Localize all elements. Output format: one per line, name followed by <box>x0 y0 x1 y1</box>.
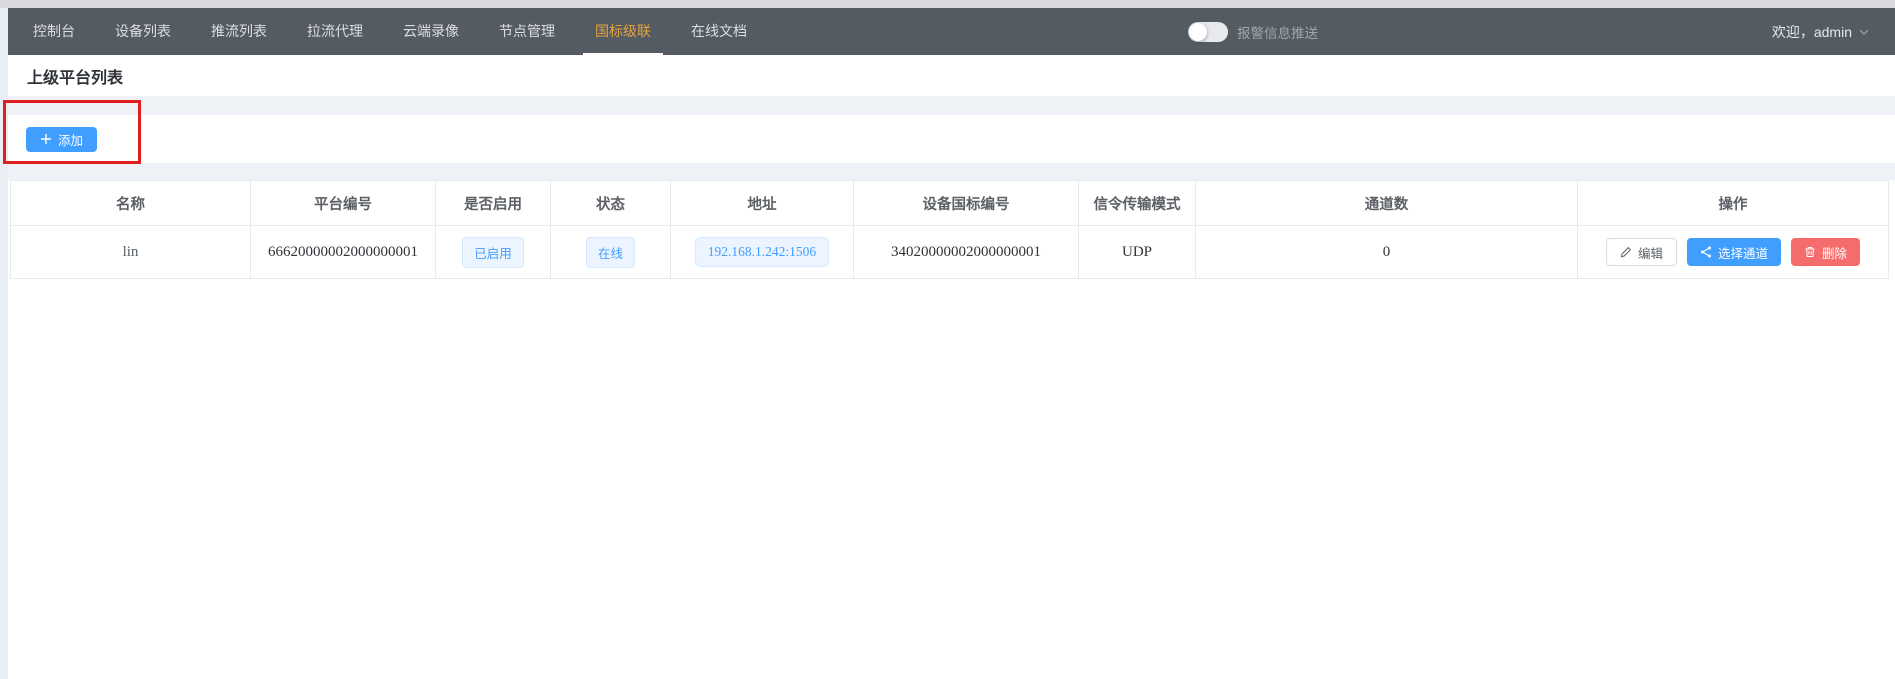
cell-transport: UDP <box>1079 226 1196 279</box>
col-header-enabled: 是否启用 <box>436 181 551 226</box>
edit-button-label: 编辑 <box>1638 243 1663 262</box>
title-bar: 上级平台列表 <box>8 55 1895 96</box>
status-badge: 在线 <box>586 237 635 268</box>
cell-status: 在线 <box>551 226 671 279</box>
plus-icon <box>40 133 52 145</box>
add-button[interactable]: 添加 <box>26 127 97 152</box>
toggle-knob <box>1189 23 1207 41</box>
edit-button[interactable]: 编辑 <box>1606 238 1677 266</box>
cell-platform-id: 66620000002000000001 <box>251 226 436 279</box>
platform-table-panel: 名称 平台编号 是否启用 状态 地址 设备国标编号 信令传输模式 通道数 操作 … <box>8 180 1895 679</box>
nav-tabs: 控制台 设备列表 推流列表 拉流代理 云端录像 节点管理 国标级联 在线文档 <box>13 8 767 55</box>
delete-button-label: 删除 <box>1822 243 1847 262</box>
nav-tab-cloud-record[interactable]: 云端录像 <box>383 8 479 55</box>
col-header-name: 名称 <box>11 181 251 226</box>
alarm-push-label: 报警信息推送 <box>1237 22 1318 42</box>
col-header-transport: 信令传输模式 <box>1079 181 1196 226</box>
cell-address: 192.168.1.242:1506 <box>671 226 854 279</box>
cell-gb-id: 34020000002000000001 <box>854 226 1079 279</box>
nav-tab-device-list[interactable]: 设备列表 <box>95 8 191 55</box>
cell-name: lin <box>11 226 251 279</box>
main-navbar: 控制台 设备列表 推流列表 拉流代理 云端录像 节点管理 国标级联 在线文档 报… <box>8 8 1895 55</box>
window-top-edge <box>0 0 1895 8</box>
alarm-push-toggle-group: 报警信息推送 <box>1188 8 1318 55</box>
col-header-operations: 操作 <box>1578 181 1889 226</box>
nav-tab-online-docs[interactable]: 在线文档 <box>671 8 767 55</box>
col-header-status: 状态 <box>551 181 671 226</box>
nav-tab-push-list[interactable]: 推流列表 <box>191 8 287 55</box>
cell-channels: 0 <box>1196 226 1578 279</box>
table-header-row: 名称 平台编号 是否启用 状态 地址 设备国标编号 信令传输模式 通道数 操作 <box>11 181 1889 226</box>
col-header-channels: 通道数 <box>1196 181 1578 226</box>
nav-tab-node-manage[interactable]: 节点管理 <box>479 8 575 55</box>
page-title: 上级平台列表 <box>27 64 123 88</box>
nav-tab-gb-cascade-active[interactable]: 国标级联 <box>575 8 671 55</box>
alarm-push-toggle[interactable] <box>1188 22 1228 42</box>
table-row: lin 66620000002000000001 已启用 在线 192.168.… <box>11 226 1889 279</box>
add-button-label: 添加 <box>58 130 83 149</box>
col-header-gb-id: 设备国标编号 <box>854 181 1079 226</box>
nav-tab-console[interactable]: 控制台 <box>13 8 95 55</box>
col-header-address: 地址 <box>671 181 854 226</box>
cell-enabled: 已启用 <box>436 226 551 279</box>
window-left-edge <box>0 8 8 679</box>
spacer-band <box>8 96 1895 115</box>
page: 控制台 设备列表 推流列表 拉流代理 云端录像 节点管理 国标级联 在线文档 报… <box>8 8 1895 679</box>
screen: 控制台 设备列表 推流列表 拉流代理 云端录像 节点管理 国标级联 在线文档 报… <box>0 0 1895 679</box>
select-channel-button[interactable]: 选择通道 <box>1687 238 1781 266</box>
col-header-platform-id: 平台编号 <box>251 181 436 226</box>
select-channel-label: 选择通道 <box>1718 243 1768 262</box>
platform-table: 名称 平台编号 是否启用 状态 地址 设备国标编号 信令传输模式 通道数 操作 … <box>10 180 1889 279</box>
enabled-badge: 已启用 <box>462 237 524 268</box>
spacer-band <box>8 163 1895 180</box>
welcome-text: 欢迎，admin <box>1772 22 1852 42</box>
delete-button[interactable]: 删除 <box>1791 238 1860 266</box>
toolbar-panel: 添加 <box>8 115 1895 163</box>
trash-icon <box>1804 246 1816 258</box>
chevron-down-icon <box>1859 29 1869 36</box>
user-menu[interactable]: 欢迎，admin <box>1772 8 1869 55</box>
pencil-icon <box>1620 246 1632 258</box>
cell-operations: 编辑 选择通道 <box>1578 226 1889 279</box>
nav-tab-pull-proxy[interactable]: 拉流代理 <box>287 8 383 55</box>
address-badge[interactable]: 192.168.1.242:1506 <box>695 237 829 267</box>
share-icon <box>1700 246 1712 258</box>
